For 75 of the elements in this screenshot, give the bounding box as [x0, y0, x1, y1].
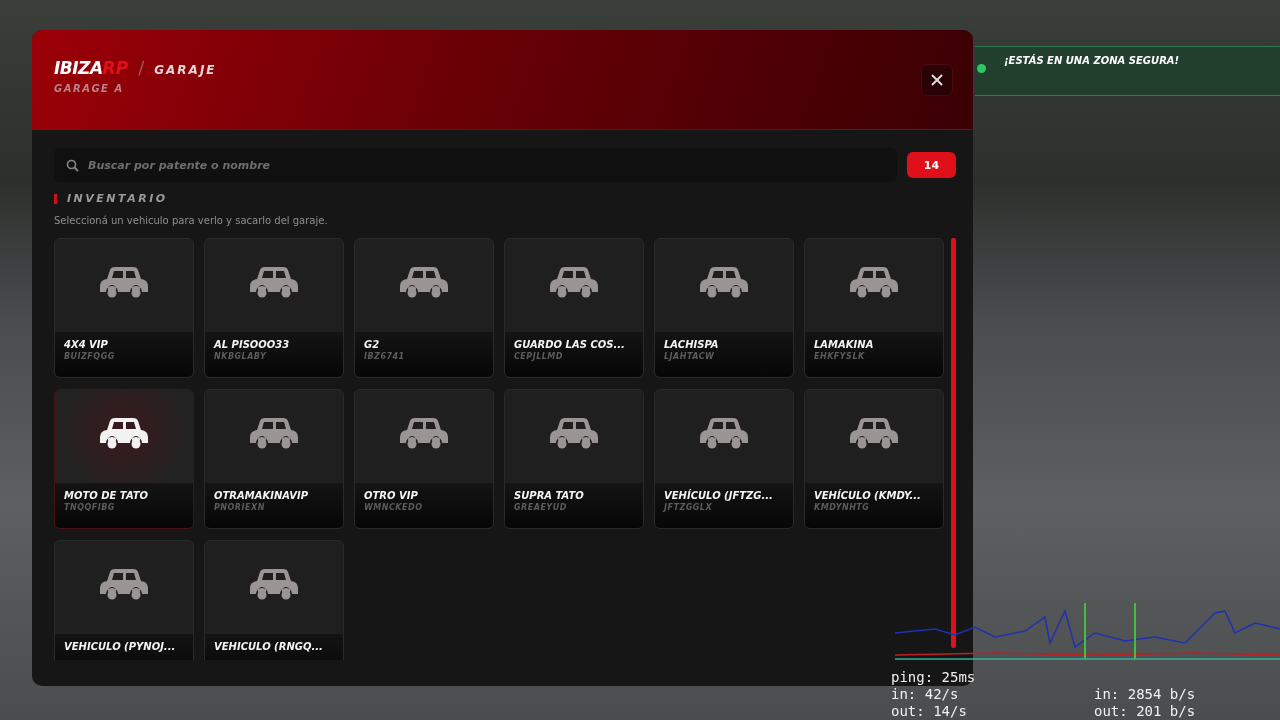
section-hint: Seleccioná un vehiculo para verlo y sacarlo del garaje.: [54, 215, 329, 226]
car-icon: [398, 265, 450, 300]
vehicle-card[interactable]: LAMAKINA EHKFYSLK: [804, 238, 944, 378]
close-icon: [931, 73, 943, 86]
vehicle-card[interactable]: G2 IBZ6741: [354, 238, 494, 378]
car-icon: [248, 567, 300, 602]
car-icon: [698, 416, 750, 451]
vehicle-card[interactable]: GUARDO LAS COS... CEPJLLMD: [504, 238, 644, 378]
close-button[interactable]: [921, 63, 953, 96]
vehicle-name: VEHICULO (RNGQ...: [214, 641, 324, 652]
vehicle-plate: CEPJLLMD: [514, 352, 564, 361]
car-icon: [848, 265, 900, 300]
panel-title: GARAJE: [154, 63, 217, 77]
out-rate: out: 14/s: [891, 703, 967, 720]
car-icon: [98, 567, 150, 602]
vehicle-card[interactable]: AL PISOOO33 NKBGLABY: [204, 238, 344, 378]
car-icon: [398, 416, 450, 451]
vehicle-name: AL PISOOO33: [214, 339, 291, 350]
vehicle-name: G2: [364, 339, 381, 350]
vehicle-card[interactable]: SUPRA TATO GREAEYUD: [504, 389, 644, 529]
vehicle-plate: WMNCKEDO: [364, 503, 424, 512]
brand-suffix: RP: [102, 58, 129, 78]
ping-reading: ping: 25ms: [891, 669, 976, 686]
vehicle-plate: KMDYNHTG: [814, 503, 871, 512]
vehicle-plate: NKBGLABY: [214, 352, 268, 361]
vehicle-name: VEHICULO (PYNOJ...: [64, 641, 177, 652]
vehicle-plate: JFTZGGLX: [664, 503, 714, 512]
title-separator: /: [138, 57, 145, 78]
car-icon: [848, 416, 900, 451]
bytes-in-rate: in: 2854 b/s: [1094, 686, 1196, 703]
vehicle-name: GUARDO LAS COS...: [514, 339, 626, 350]
section-marker: [54, 193, 57, 204]
brand-name: IBIZA: [54, 58, 103, 78]
garage-subtitle: GARAGE A: [54, 83, 125, 94]
vehicle-card[interactable]: OTRAMAKINAVIP PNORIEXN: [204, 389, 344, 529]
vehicle-plate: TNQQFIBG: [64, 503, 116, 512]
vehicle-card[interactable]: OTRO VIP WMNCKEDO: [354, 389, 494, 529]
car-icon: [698, 265, 750, 300]
vehicle-name: LACHISPA: [664, 339, 720, 350]
vehicle-card[interactable]: VEHÍCULO (JFTZG... JFTZGGLX: [654, 389, 794, 529]
vehicle-card[interactable]: VEHÍCULO (KMDY... KMDYNHTG: [804, 389, 944, 529]
car-icon: [248, 265, 300, 300]
safe-zone-notice: ¡ESTÁS EN UNA ZONA SEGURA!: [1004, 55, 1180, 66]
vehicle-name: LAMAKINA: [814, 339, 875, 350]
status-dot-icon: [977, 64, 986, 73]
vehicle-plate: GREAEYUD: [514, 503, 568, 512]
vehicle-name: MOTO DE TATO: [64, 490, 150, 501]
in-rate: in: 42/s: [891, 686, 959, 703]
car-icon: [548, 265, 600, 300]
search-field[interactable]: Buscar por patente o nombre: [54, 148, 897, 182]
vehicle-name: OTRO VIP: [364, 490, 419, 501]
scrollbar[interactable]: [951, 238, 956, 648]
vehicle-name: VEHÍCULO (KMDY...: [814, 490, 922, 501]
vehicle-card[interactable]: LACHISPA LJAHTACW: [654, 238, 794, 378]
bytes-out-rate: out: 201 b/s: [1094, 703, 1196, 720]
car-icon: [248, 416, 300, 451]
vehicle-name: VEHÍCULO (JFTZG...: [664, 490, 774, 501]
vehicle-plate: PNORIEXN: [214, 503, 266, 512]
car-icon: [98, 416, 150, 451]
count-badge: 14: [907, 152, 956, 178]
vehicle-name: SUPRA TATO: [514, 490, 585, 501]
vehicle-name: 4X4 VIP: [64, 339, 109, 350]
car-icon: [98, 265, 150, 300]
search-icon: [66, 159, 79, 172]
vehicle-name: OTRAMAKINAVIP: [214, 490, 310, 501]
vehicle-plate: BUIZFQGG: [64, 352, 116, 361]
vehicle-plate: IBZ6741: [364, 352, 406, 361]
car-icon: [548, 416, 600, 451]
vehicle-card[interactable]: VEHICULO (RNGQ...: [204, 540, 344, 660]
vehicle-card[interactable]: 4X4 VIP BUIZFQGG: [54, 238, 194, 378]
vehicle-card[interactable]: VEHICULO (PYNOJ...: [54, 540, 194, 660]
vehicle-plate: LJAHTACW: [664, 352, 716, 361]
vehicle-card[interactable]: MOTO DE TATO TNQQFIBG: [54, 389, 194, 529]
section-title: INVENTARIO: [67, 192, 168, 205]
vehicle-plate: EHKFYSLK: [814, 352, 866, 361]
